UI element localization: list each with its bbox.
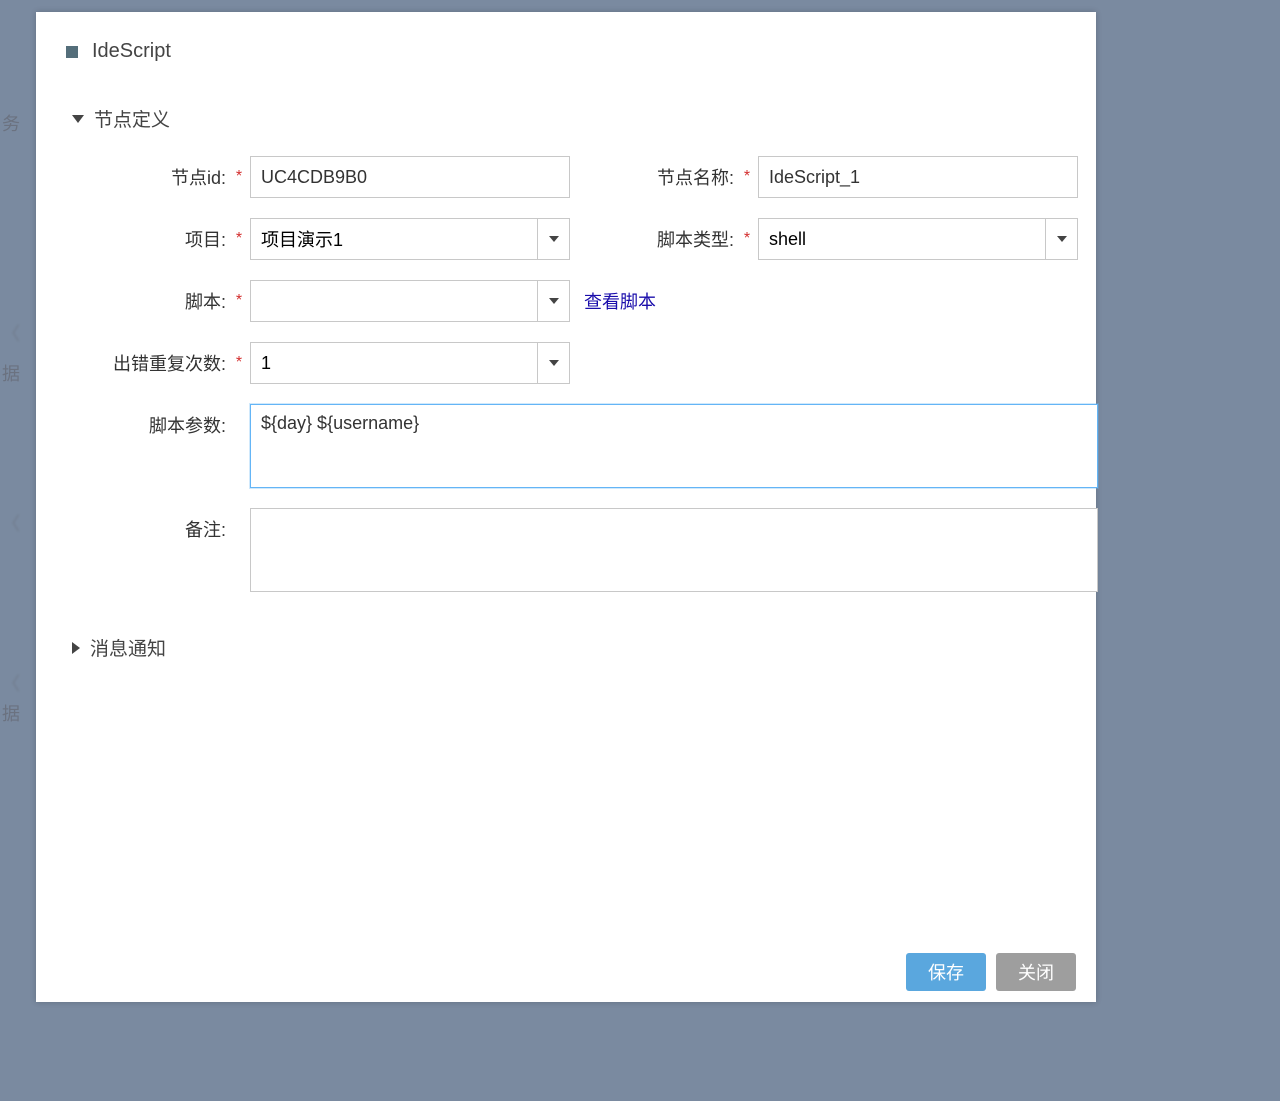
required-icon: * — [740, 230, 754, 248]
required-icon: * — [232, 354, 246, 372]
label-script: 脚本: — [82, 288, 232, 314]
label-script-args: 脚本参数: — [82, 404, 232, 438]
required-icon: * — [740, 168, 754, 186]
script-select-trigger[interactable] — [537, 281, 569, 321]
chevron-down-icon — [549, 360, 559, 366]
close-button[interactable]: 关闭 — [996, 953, 1076, 991]
project-select-text[interactable] — [251, 219, 537, 259]
background-sidebar: 务 〈 据 〈 〈 据 — [0, 0, 36, 1101]
label-project: 项目: — [82, 226, 232, 252]
field-retry-count: 出错重复次数: * — [82, 342, 570, 384]
section-notification: 消息通知 — [36, 612, 1096, 661]
bg-item: 据 — [2, 360, 20, 386]
script-type-select[interactable] — [758, 218, 1078, 260]
retry-count-select-text[interactable] — [251, 343, 537, 383]
label-retry-count: 出错重复次数: — [82, 350, 232, 376]
view-script-link[interactable]: 查看脚本 — [584, 288, 656, 314]
required-icon: * — [232, 292, 246, 310]
idescript-dialog: IdeScript 节点定义 节点id: * 节点名称: * — [36, 12, 1096, 1002]
section-toggle-node-definition[interactable]: 节点定义 — [72, 105, 1060, 132]
required-icon: * — [232, 230, 246, 248]
field-script-args: 脚本参数: * — [82, 404, 1098, 488]
section-node-definition: 节点定义 节点id: * 节点名称: * 项目: — [36, 83, 1096, 592]
bg-item: 〈 — [2, 670, 20, 696]
script-type-select-text[interactable] — [759, 219, 1045, 259]
script-select-text[interactable] — [251, 281, 537, 321]
bg-item: 务 — [2, 110, 20, 136]
retry-count-select[interactable] — [250, 342, 570, 384]
chevron-down-icon — [549, 298, 559, 304]
remark-input[interactable] — [250, 508, 1098, 592]
field-project: 项目: * — [82, 218, 570, 260]
chevron-down-icon — [549, 236, 559, 242]
required-icon: * — [232, 168, 246, 186]
dialog-title: IdeScript — [92, 40, 171, 63]
triangle-down-icon — [72, 115, 84, 123]
field-remark: 备注: * — [82, 508, 1098, 592]
node-id-input[interactable] — [250, 156, 570, 198]
script-args-input[interactable] — [250, 404, 1098, 488]
field-node-name: 节点名称: * — [630, 156, 1078, 198]
triangle-right-icon — [72, 642, 80, 654]
section-title: 节点定义 — [94, 105, 170, 132]
label-node-id: 节点id: — [82, 164, 232, 190]
field-script-type: 脚本类型: * — [630, 218, 1078, 260]
label-node-name: 节点名称: — [630, 164, 740, 190]
bg-item: 〈 — [2, 510, 20, 536]
project-select-trigger[interactable] — [537, 219, 569, 259]
node-name-input[interactable] — [758, 156, 1078, 198]
bg-item: 据 — [2, 700, 20, 726]
dialog-footer: 保存 关闭 — [36, 942, 1096, 1002]
script-type-select-trigger[interactable] — [1045, 219, 1077, 259]
label-script-type: 脚本类型: — [630, 226, 740, 252]
bg-item: 〈 — [2, 320, 20, 346]
square-icon — [66, 46, 78, 58]
node-definition-form: 节点id: * 节点名称: * 项目: * — [72, 156, 1060, 592]
script-select[interactable] — [250, 280, 570, 322]
section-toggle-notification[interactable]: 消息通知 — [72, 634, 1060, 661]
chevron-down-icon — [1057, 236, 1067, 242]
project-select[interactable] — [250, 218, 570, 260]
section-title: 消息通知 — [90, 634, 166, 661]
dialog-header: IdeScript — [36, 12, 1096, 83]
field-node-id: 节点id: * — [82, 156, 570, 198]
label-remark: 备注: — [82, 508, 232, 542]
save-button[interactable]: 保存 — [906, 953, 986, 991]
retry-count-select-trigger[interactable] — [537, 343, 569, 383]
field-script: 脚本: * 查看脚本 — [82, 280, 656, 322]
